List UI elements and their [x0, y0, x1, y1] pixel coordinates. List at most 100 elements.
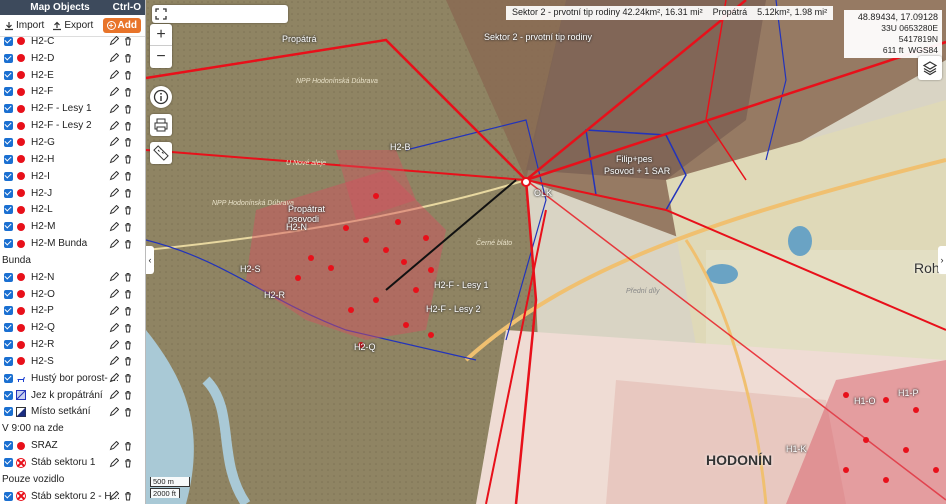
trash-icon[interactable] [123, 70, 133, 80]
list-item[interactable]: H2-C [0, 33, 145, 50]
edit-icon[interactable] [109, 373, 119, 383]
collapse-sidebar-button[interactable]: ‹ [146, 246, 154, 274]
trash-icon[interactable] [123, 171, 133, 181]
list-item[interactable]: H2-H [0, 151, 145, 168]
list-item[interactable]: H2-P [0, 303, 145, 320]
visibility-checkbox[interactable] [4, 441, 13, 451]
trash-icon[interactable] [123, 36, 133, 46]
trash-icon[interactable] [123, 137, 133, 147]
visibility-checkbox[interactable] [4, 121, 13, 131]
list-item[interactable]: H2-Q [0, 319, 145, 336]
list-item[interactable]: H2-E [0, 67, 145, 84]
edit-icon[interactable] [109, 272, 119, 282]
list-item[interactable]: H2-N [0, 269, 145, 286]
import-button[interactable]: Import [4, 20, 44, 31]
visibility-checkbox[interactable] [4, 306, 13, 316]
trash-icon[interactable] [123, 356, 133, 366]
edit-icon[interactable] [109, 406, 119, 417]
visibility-checkbox[interactable] [4, 171, 13, 181]
edit-icon[interactable] [109, 440, 119, 451]
list-item[interactable]: Hustý bor porost- ... [0, 370, 145, 387]
edit-icon[interactable] [109, 322, 119, 333]
trash-icon[interactable] [123, 306, 133, 316]
trash-icon[interactable] [123, 121, 133, 131]
list-item[interactable]: H2-D [0, 50, 145, 67]
measure-button[interactable] [150, 142, 172, 164]
map-canvas[interactable] [146, 0, 946, 504]
list-item[interactable]: H2-S [0, 353, 145, 370]
list-item[interactable]: H2-O [0, 286, 145, 303]
list-item[interactable]: Štáb sektoru 1 [0, 454, 145, 471]
visibility-checkbox[interactable] [4, 36, 13, 46]
trash-icon[interactable] [123, 458, 133, 468]
visibility-checkbox[interactable] [4, 205, 13, 215]
edit-icon[interactable] [109, 188, 119, 198]
trash-icon[interactable] [123, 87, 133, 97]
trash-icon[interactable] [123, 272, 133, 282]
trash-icon[interactable] [123, 441, 133, 451]
trash-icon[interactable] [123, 222, 133, 232]
list-item[interactable]: H2-J [0, 185, 145, 202]
edit-icon[interactable] [109, 390, 119, 400]
edit-icon[interactable] [109, 305, 119, 316]
list-item[interactable]: H2-R [0, 336, 145, 353]
edit-icon[interactable] [109, 289, 119, 299]
edit-icon[interactable] [109, 120, 119, 131]
zoom-out-button[interactable]: − [150, 46, 172, 68]
trash-icon[interactable] [123, 323, 133, 333]
list-item[interactable]: H2-M Bunda [0, 235, 145, 252]
visibility-checkbox[interactable] [4, 239, 13, 249]
visibility-checkbox[interactable] [4, 458, 13, 468]
trash-icon[interactable] [123, 53, 133, 63]
edit-icon[interactable] [109, 221, 119, 232]
trash-icon[interactable] [123, 340, 133, 350]
trash-icon[interactable] [123, 373, 133, 383]
edit-icon[interactable] [109, 356, 119, 366]
list-item[interactable]: Jez k propátrání [0, 387, 145, 404]
edit-icon[interactable] [109, 70, 119, 80]
visibility-checkbox[interactable] [4, 491, 13, 501]
trash-icon[interactable] [123, 205, 133, 215]
trash-icon[interactable] [123, 104, 133, 114]
layers-button[interactable] [918, 56, 942, 80]
trash-icon[interactable] [123, 239, 133, 249]
edit-icon[interactable] [109, 171, 119, 181]
visibility-checkbox[interactable] [4, 390, 13, 400]
visibility-checkbox[interactable] [4, 323, 13, 333]
edit-icon[interactable] [109, 154, 119, 164]
list-item[interactable]: H2-M [0, 218, 145, 235]
zoom-in-button[interactable]: + [150, 24, 172, 46]
info-button[interactable] [150, 86, 172, 108]
visibility-checkbox[interactable] [4, 222, 13, 232]
list-item[interactable]: Místo setkání [0, 404, 145, 421]
visibility-checkbox[interactable] [4, 272, 13, 282]
edit-icon[interactable] [109, 339, 119, 350]
edit-icon[interactable] [109, 53, 119, 63]
trash-icon[interactable] [123, 491, 133, 501]
visibility-checkbox[interactable] [4, 373, 13, 383]
visibility-checkbox[interactable] [4, 87, 13, 97]
list-item[interactable]: Štáb sektoru 2 - H... [0, 488, 145, 504]
trash-icon[interactable] [123, 390, 133, 400]
list-item[interactable]: H2-F - Lesy 2 [0, 117, 145, 134]
visibility-checkbox[interactable] [4, 70, 13, 80]
visibility-checkbox[interactable] [4, 188, 13, 198]
location-search-box[interactable] [152, 5, 288, 23]
edit-icon[interactable] [109, 103, 119, 114]
edit-icon[interactable] [109, 204, 119, 215]
visibility-checkbox[interactable] [4, 407, 13, 417]
trash-icon[interactable] [123, 154, 133, 164]
expand-right-panel-button[interactable]: › [938, 246, 946, 274]
trash-icon[interactable] [123, 407, 133, 417]
trash-icon[interactable] [123, 188, 133, 198]
visibility-checkbox[interactable] [4, 104, 13, 114]
edit-icon[interactable] [109, 457, 119, 468]
list-item[interactable]: H2-F [0, 84, 145, 101]
map-view[interactable]: NPP Hodonínská Dúbrava NPP Hodonínská Dú… [146, 0, 946, 504]
visibility-checkbox[interactable] [4, 154, 13, 164]
edit-icon[interactable] [109, 491, 119, 501]
edit-icon[interactable] [109, 238, 119, 249]
visibility-checkbox[interactable] [4, 289, 13, 299]
visibility-checkbox[interactable] [4, 356, 13, 366]
edit-icon[interactable] [109, 137, 119, 147]
